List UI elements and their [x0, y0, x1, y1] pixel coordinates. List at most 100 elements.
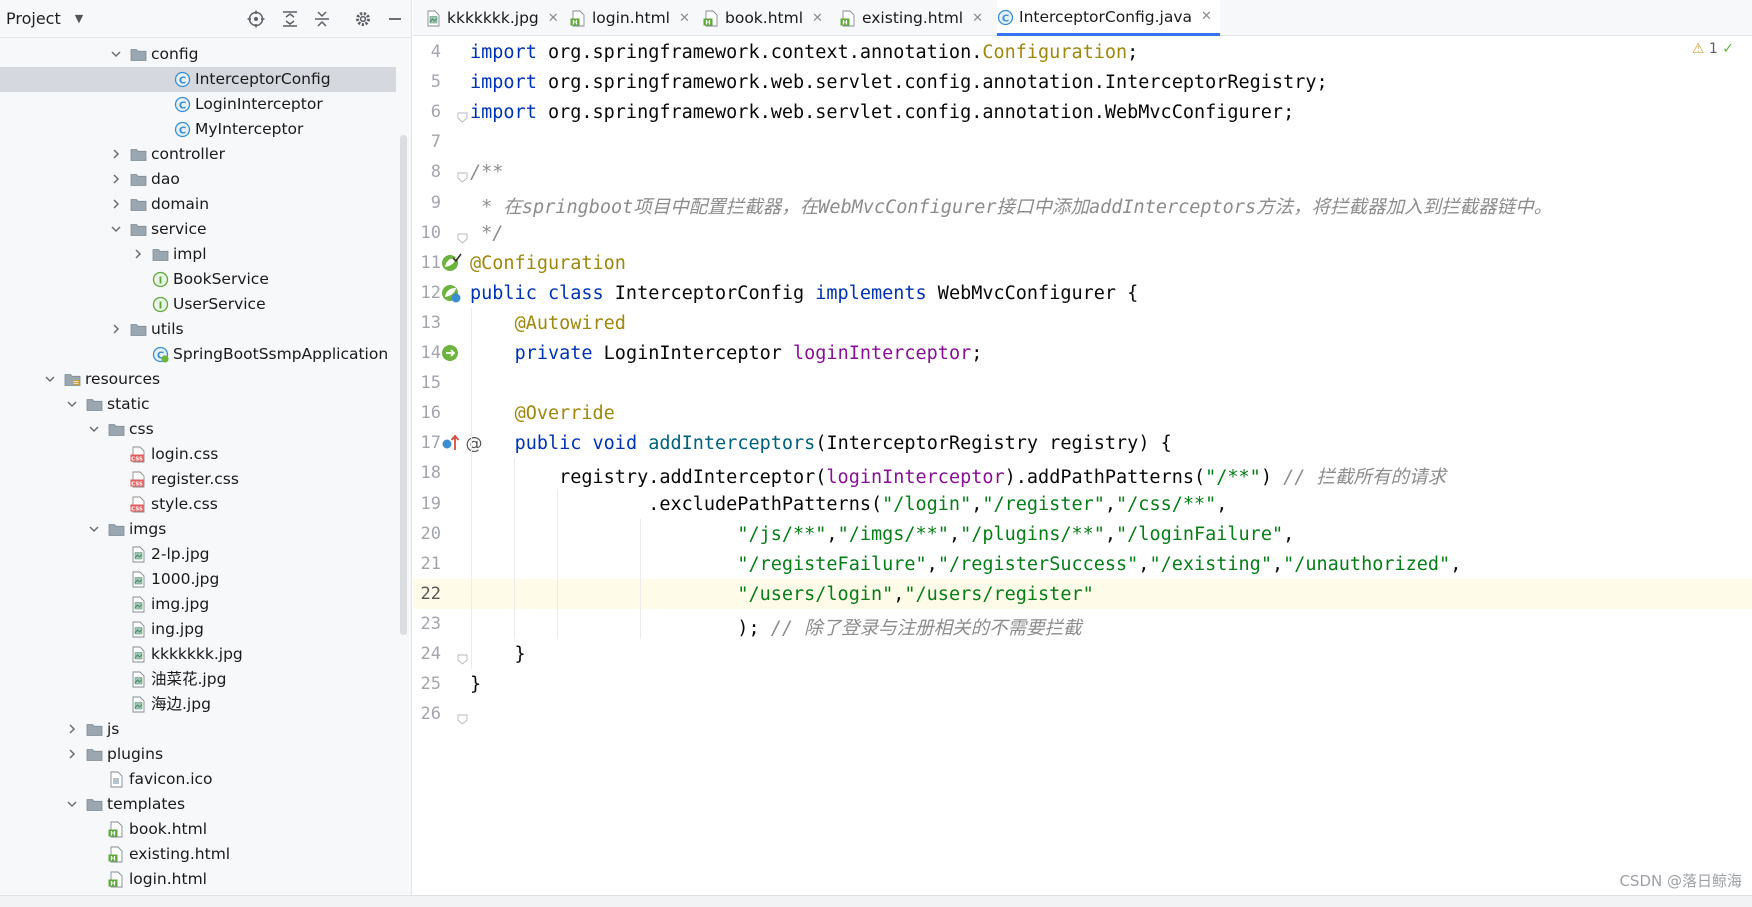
tree-node[interactable]: I UserService — [0, 292, 396, 317]
locate-file-icon[interactable] — [245, 8, 267, 30]
tree-node-label: imgs — [129, 520, 167, 538]
tree-node[interactable]: templates — [0, 792, 396, 817]
chevron-down-icon[interactable] — [88, 423, 100, 435]
editor-tab[interactable]: kkkkkkk.jpg ✕ — [425, 0, 567, 36]
code-line[interactable]: 24 } — [413, 639, 1752, 669]
tree-node-label: kkkkkkk.jpg — [151, 645, 243, 663]
project-view-selector[interactable]: Project — [6, 9, 61, 28]
close-icon[interactable]: ✕ — [972, 11, 983, 26]
code-line[interactable]: 8 /** — [413, 157, 1752, 187]
chevron-down-icon[interactable] — [110, 223, 122, 235]
tree-node[interactable]: CSS style.css — [0, 492, 396, 517]
code-line[interactable]: 26 — [413, 699, 1752, 729]
chevron-right-icon[interactable] — [110, 173, 122, 185]
code-line[interactable]: 10 */ — [413, 218, 1752, 248]
chevron-down-icon[interactable] — [66, 798, 78, 810]
tree-node[interactable]: CSS register.css — [0, 467, 396, 492]
code-line[interactable]: 25} — [413, 669, 1752, 699]
tree-node[interactable]: kkkkkkk.jpg — [0, 642, 396, 667]
code-line[interactable]: 18 registry.addInterceptor(loginIntercep… — [413, 458, 1752, 488]
code-token: ) — [1260, 467, 1284, 489]
code-line[interactable]: 5 import org.springframework.web.servlet.… — [413, 67, 1752, 97]
code-line[interactable]: 19 .excludePathPatterns("/login","/regis… — [413, 489, 1752, 519]
tree-node[interactable]: I BookService — [0, 267, 396, 292]
code-line[interactable]: 9 * 在springboot项目中配置拦截器，在WebMvcConfigure… — [413, 188, 1752, 218]
tree-node[interactable]: 2-lp.jpg — [0, 542, 396, 567]
code-line[interactable]: 22 "/users/login","/users/register" — [413, 578, 1752, 609]
chevron-down-icon[interactable] — [66, 398, 78, 410]
tree-node[interactable]: favicon.ico — [0, 767, 396, 792]
collapse-all-icon[interactable] — [311, 8, 333, 30]
code-line[interactable]: 12 public class InterceptorConfig impleme… — [413, 278, 1752, 308]
chevron-right-icon[interactable] — [66, 748, 78, 760]
chevron-right-icon[interactable] — [110, 148, 122, 160]
tree-node[interactable]: C InterceptorConfig — [0, 67, 396, 92]
tree-node[interactable]: C SpringBootSsmpApplication — [0, 342, 396, 367]
project-tree-scrollbar[interactable] — [400, 135, 407, 635]
chevron-down-icon[interactable] — [110, 48, 122, 60]
close-icon[interactable]: ✕ — [548, 11, 559, 26]
code-line[interactable]: 7 — [413, 127, 1752, 157]
hide-panel-icon[interactable] — [384, 8, 406, 30]
close-icon[interactable]: ✕ — [812, 11, 823, 26]
tree-node-label: impl — [173, 245, 207, 263]
tree-node[interactable]: impl — [0, 242, 396, 267]
code-line[interactable]: 11 @Configuration — [413, 248, 1752, 278]
code-line[interactable]: 14 private LoginInterceptor loginInterce… — [413, 338, 1752, 368]
code-line[interactable]: 4 import org.springframework.context.anno… — [413, 37, 1752, 67]
chevron-down-icon[interactable]: ▼ — [75, 12, 83, 25]
tree-node[interactable]: 海边.jpg — [0, 692, 396, 717]
close-icon[interactable]: ✕ — [1201, 9, 1212, 24]
tree-node[interactable]: 油菜花.jpg — [0, 667, 396, 692]
editor-tab[interactable]: Hexisting.html ✕ — [840, 0, 991, 36]
code-line[interactable]: 23 ); // 除了登录与注册相关的不需要拦截 — [413, 609, 1752, 639]
tree-node[interactable]: CSS login.css — [0, 442, 396, 467]
chevron-down-icon[interactable] — [44, 373, 56, 385]
image-file-icon — [130, 671, 147, 688]
tree-node[interactable]: Hbook.html — [0, 817, 396, 842]
chevron-right-icon[interactable] — [110, 198, 122, 210]
tree-node-label: img.jpg — [151, 595, 210, 613]
code-editor[interactable]: @ 4 import org.springframework.context.an… — [413, 37, 1752, 895]
tree-node[interactable]: plugins — [0, 742, 396, 767]
tree-node[interactable]: 1000.jpg — [0, 567, 396, 592]
tree-node[interactable]: domain — [0, 192, 396, 217]
chevron-right-icon[interactable] — [66, 723, 78, 735]
chevron-right-icon[interactable] — [132, 248, 144, 260]
tree-node[interactable]: service — [0, 217, 396, 242]
expand-all-icon[interactable] — [279, 8, 301, 30]
close-icon[interactable]: ✕ — [679, 11, 690, 26]
code-line[interactable]: 13 @Autowired — [413, 308, 1752, 338]
code-line[interactable]: 6 import org.springframework.web.servlet.… — [413, 97, 1752, 127]
tree-node[interactable]: resources — [0, 367, 396, 392]
code-line[interactable]: 16 @Override — [413, 398, 1752, 428]
tree-node[interactable]: ing.jpg — [0, 617, 396, 642]
tree-node[interactable]: css — [0, 417, 396, 442]
chevron-down-icon[interactable] — [88, 523, 100, 535]
tree-node[interactable]: utils — [0, 317, 396, 342]
code-line[interactable]: 20 "/js/**","/imgs/**","/plugins/**","/l… — [413, 519, 1752, 549]
tree-node[interactable]: js — [0, 717, 396, 742]
editor-tab[interactable]: Hlogin.html ✕ — [570, 0, 698, 36]
inspection-widget[interactable]: ⚠ 1 ✓ — [1692, 41, 1734, 57]
folder-icon — [130, 46, 147, 63]
tree-node[interactable]: dao — [0, 167, 396, 192]
code-line[interactable]: 15 — [413, 368, 1752, 398]
warning-count: 1 — [1708, 41, 1718, 57]
tree-node[interactable]: Hexisting.html — [0, 842, 396, 867]
editor-tab[interactable]: C InterceptorConfig.java ✕ — [997, 0, 1220, 36]
editor-tab[interactable]: Hbook.html ✕ — [703, 0, 831, 36]
code-line[interactable]: 21 "/registeFailure","/registerSuccess",… — [413, 549, 1752, 579]
tree-node[interactable]: C LoginInterceptor — [0, 92, 396, 117]
tree-node[interactable]: img.jpg — [0, 592, 396, 617]
tree-node[interactable]: imgs — [0, 517, 396, 542]
tree-node[interactable]: C MyInterceptor — [0, 117, 396, 142]
gear-icon[interactable] — [352, 8, 374, 30]
tree-node[interactable]: static — [0, 392, 396, 417]
tree-node[interactable]: config — [0, 42, 396, 67]
code-line[interactable]: 17 public void addInterceptors(Intercept… — [413, 428, 1752, 458]
tree-node[interactable]: controller — [0, 142, 396, 167]
tree-node-label: style.css — [151, 495, 218, 513]
tree-node[interactable]: Hlogin.html — [0, 867, 396, 892]
chevron-right-icon[interactable] — [110, 323, 122, 335]
